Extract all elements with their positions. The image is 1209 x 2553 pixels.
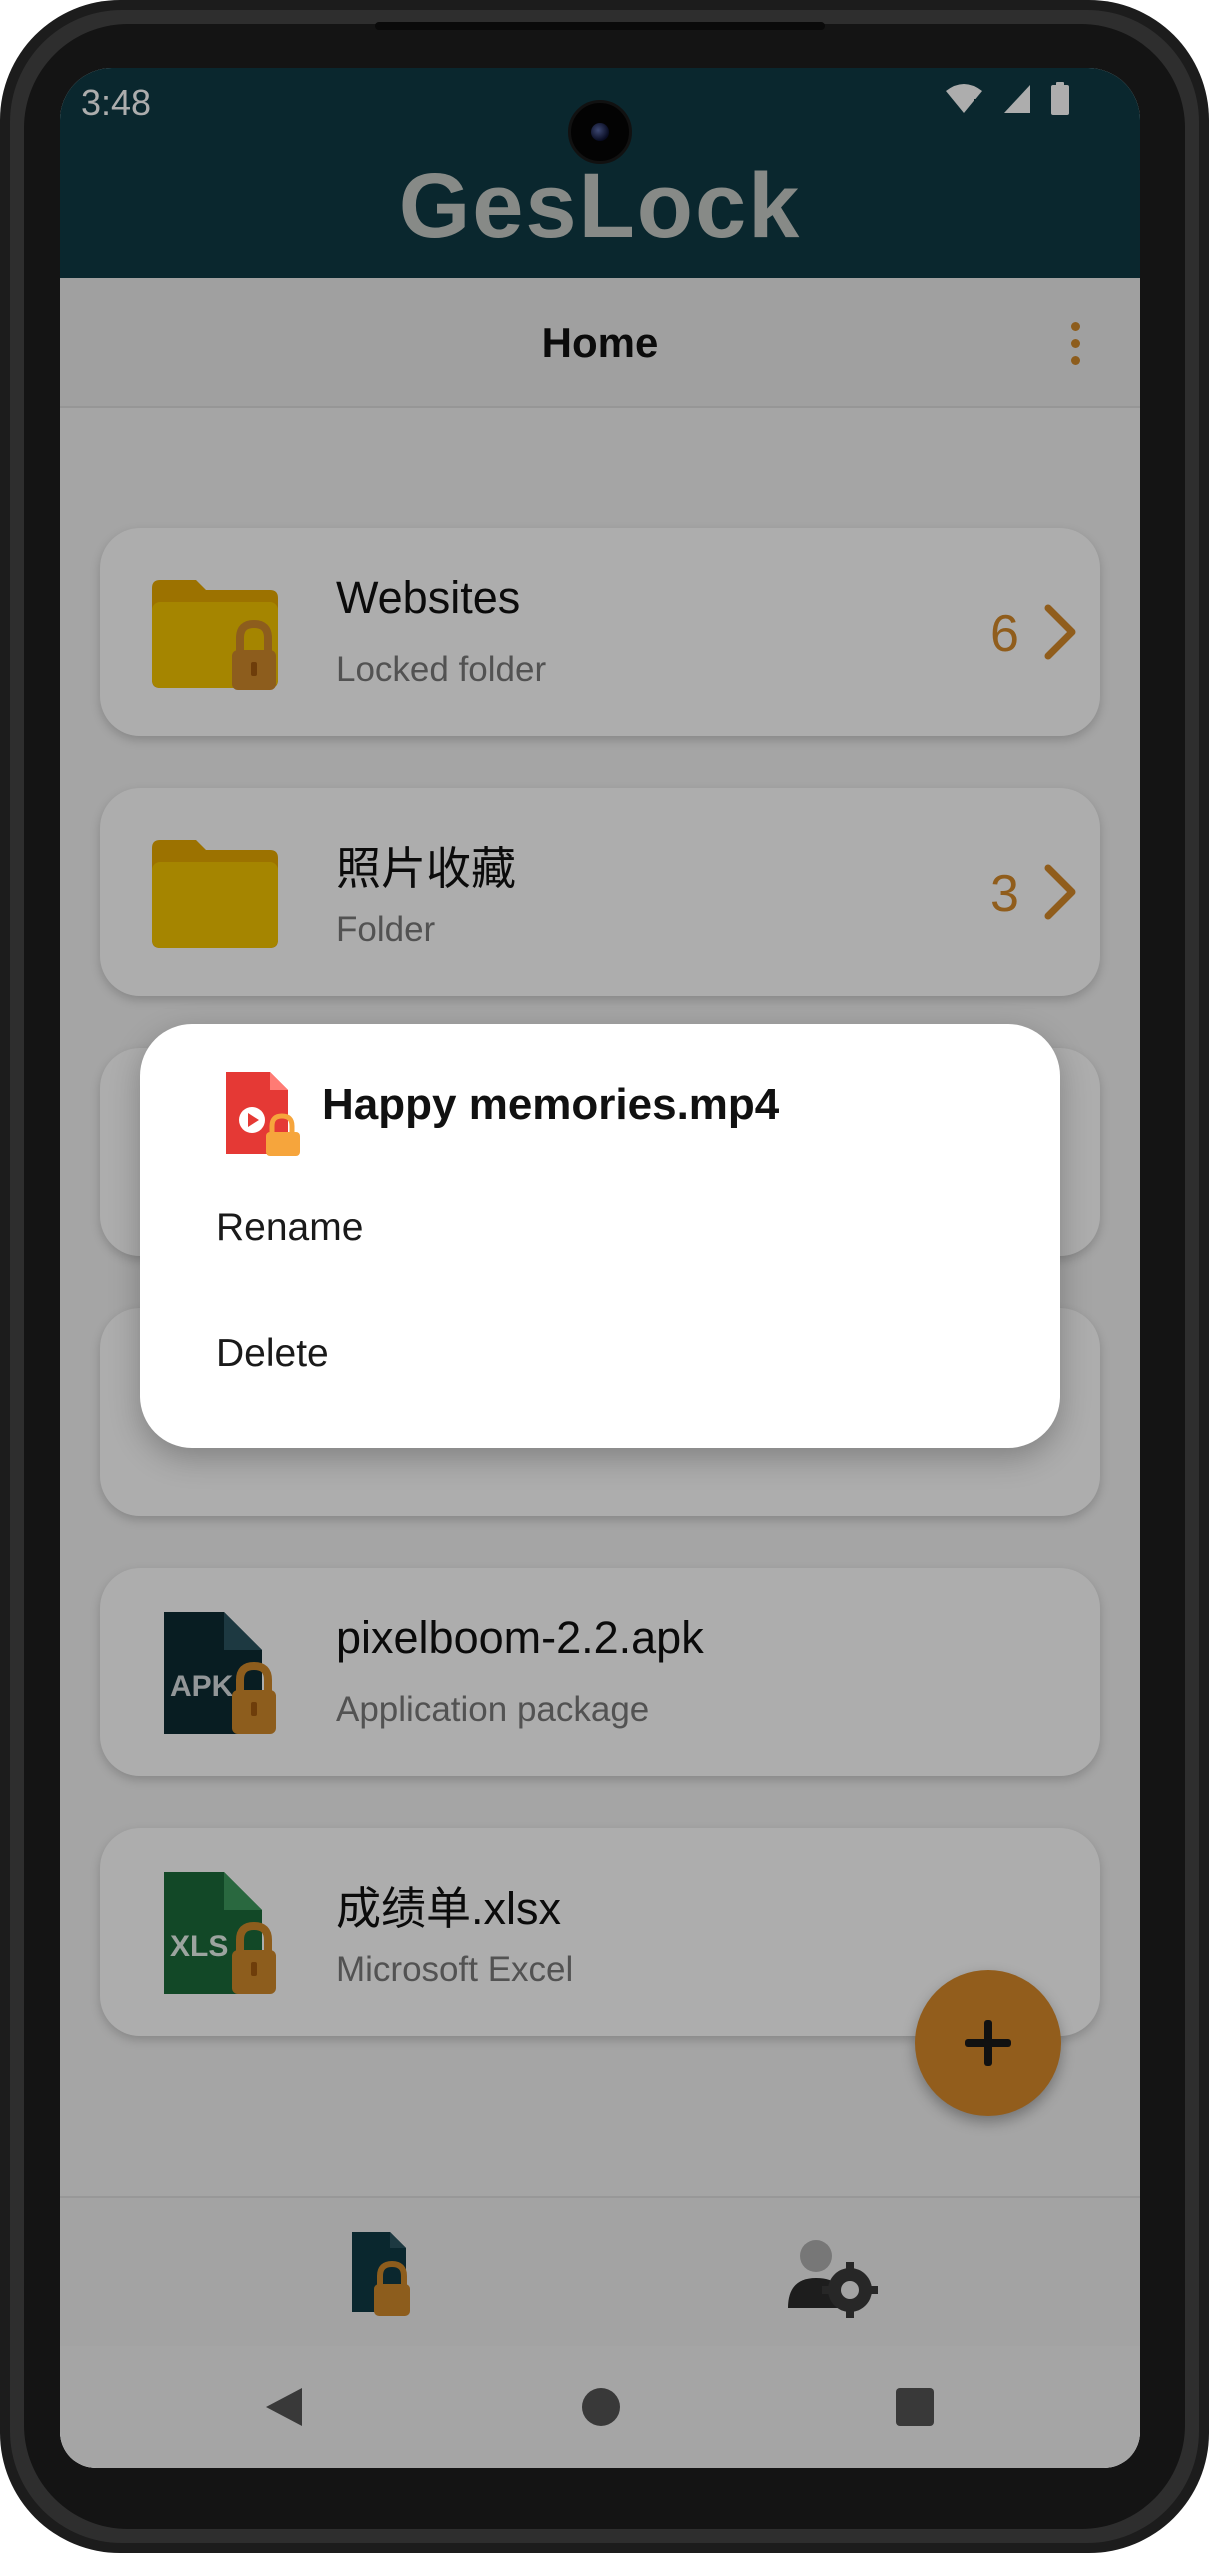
volume-button (1200, 640, 1209, 800)
phone-frame: GesLock 3:48 Home Websites Locked folder… (0, 0, 1209, 2553)
file-options-dialog: Happy memories.mp4 Rename Delete (140, 1024, 1060, 1448)
locked-video-icon (226, 1072, 300, 1156)
speaker-slot (375, 22, 825, 30)
delete-option[interactable]: Delete (216, 1322, 996, 1386)
power-button (1200, 935, 1209, 1255)
dialog-title: Happy memories.mp4 (322, 1080, 780, 1129)
rename-option[interactable]: Rename (216, 1196, 996, 1260)
screen: GesLock 3:48 Home Websites Locked folder… (60, 68, 1140, 2468)
